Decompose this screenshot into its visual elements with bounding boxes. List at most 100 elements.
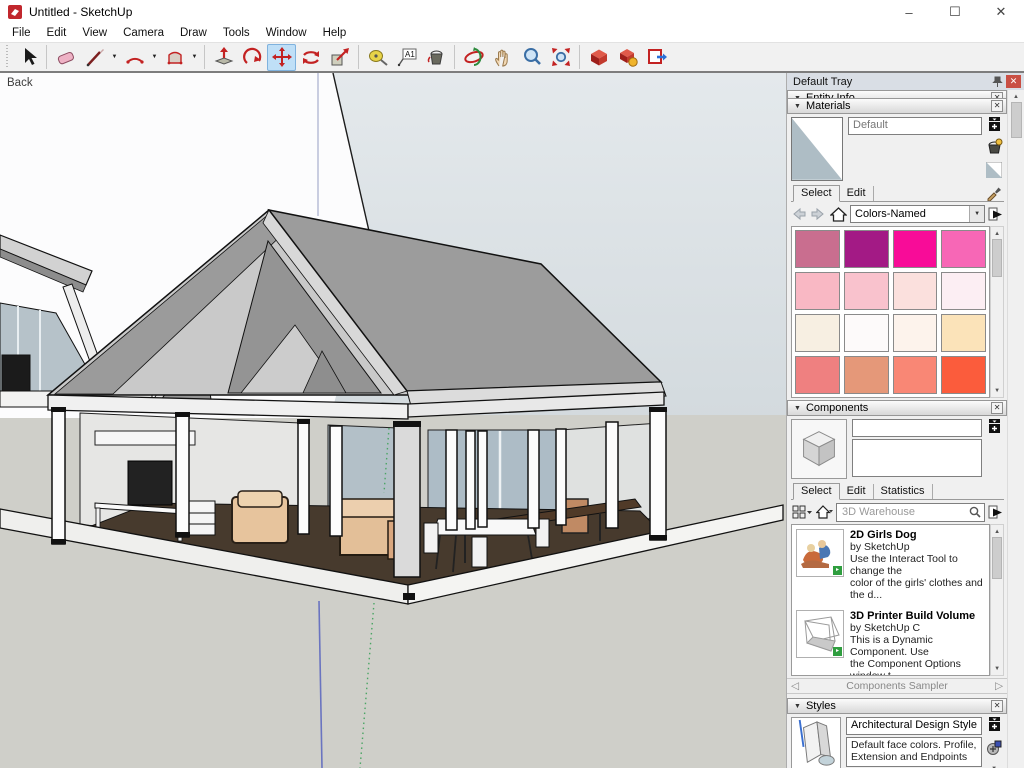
in-model-sample-swatch[interactable] bbox=[986, 162, 1002, 178]
select-tool-button[interactable] bbox=[13, 44, 42, 71]
scrollbar-thumb[interactable] bbox=[992, 239, 1002, 277]
tape-measure-tool-button[interactable] bbox=[363, 44, 392, 71]
orbit-tool-button[interactable] bbox=[459, 44, 488, 71]
component-description-field[interactable] bbox=[852, 439, 982, 477]
toolbar-drag-handle[interactable] bbox=[5, 45, 10, 69]
move-tool-button[interactable] bbox=[267, 44, 296, 71]
material-swatch[interactable] bbox=[941, 272, 986, 310]
push-pull-tool-button[interactable] bbox=[209, 44, 238, 71]
tray-scrollbar[interactable]: ▲ bbox=[1007, 90, 1024, 768]
text-tool-button[interactable]: A1 bbox=[392, 44, 421, 71]
style-description-field[interactable]: Default face colors. Profile, Extension … bbox=[846, 737, 982, 767]
secondary-pane-icon[interactable] bbox=[988, 117, 1001, 132]
components-tab-edit[interactable]: Edit bbox=[840, 484, 874, 499]
scroll-up-icon[interactable]: ▲ bbox=[1013, 90, 1019, 102]
material-swatch[interactable] bbox=[844, 314, 889, 352]
style-name-field[interactable]: Architectural Design Style bbox=[846, 717, 982, 735]
components-panel-header[interactable]: ▼ Components ✕ bbox=[787, 400, 1007, 416]
menu-draw[interactable]: Draw bbox=[172, 26, 215, 40]
search-icon[interactable] bbox=[968, 505, 982, 519]
components-tab-statistics[interactable]: Statistics bbox=[874, 484, 933, 499]
arc-tool-button[interactable] bbox=[120, 44, 149, 71]
model-scene[interactable] bbox=[0, 73, 786, 768]
3d-viewport[interactable]: Back bbox=[0, 73, 786, 768]
secondary-pane-icon[interactable] bbox=[988, 717, 1001, 732]
paint-bucket-tool-button[interactable] bbox=[421, 44, 450, 71]
components-close-icon[interactable]: ✕ bbox=[991, 402, 1003, 414]
eraser-tool-button[interactable] bbox=[51, 44, 80, 71]
component-title[interactable]: 2D Girls Dog bbox=[850, 529, 987, 541]
menu-edit[interactable]: Edit bbox=[39, 26, 75, 40]
secondary-pane-icon[interactable] bbox=[988, 419, 1001, 434]
offset-tool-button[interactable] bbox=[238, 44, 267, 71]
sampler-next-icon[interactable]: ▷ bbox=[995, 680, 1003, 692]
scrollbar-thumb[interactable] bbox=[992, 537, 1002, 579]
materials-collection-dropdown[interactable]: Colors-Named ▼ bbox=[850, 205, 985, 223]
details-arrow-icon[interactable] bbox=[988, 207, 1003, 222]
material-swatch[interactable] bbox=[893, 356, 938, 394]
scroll-down-icon[interactable]: ▼ bbox=[994, 386, 1000, 397]
component-list-item[interactable]: ▸ 3D Printer Build Volume by SketchUp C … bbox=[796, 610, 987, 676]
material-swatch[interactable] bbox=[893, 230, 938, 268]
pan-tool-button[interactable] bbox=[488, 44, 517, 71]
material-swatch[interactable] bbox=[795, 272, 840, 310]
material-swatch[interactable] bbox=[941, 356, 986, 394]
entity-info-panel-sliver[interactable]: ▼ Entity Info ✕ bbox=[787, 90, 1007, 98]
material-swatch[interactable] bbox=[941, 314, 986, 352]
3d-warehouse-button[interactable] bbox=[584, 44, 613, 71]
menu-help[interactable]: Help bbox=[315, 26, 355, 40]
view-options-icon[interactable] bbox=[792, 505, 812, 520]
maximize-button[interactable]: ☐ bbox=[932, 0, 978, 24]
component-name-field[interactable] bbox=[852, 419, 982, 437]
material-swatch[interactable] bbox=[795, 314, 840, 352]
tray-close-icon[interactable]: ✕ bbox=[1006, 75, 1021, 88]
materials-scrollbar[interactable]: ▲ ▼ bbox=[990, 226, 1004, 398]
materials-close-icon[interactable]: ✕ bbox=[991, 100, 1003, 112]
shapes-tool-dropdown[interactable]: ▼ bbox=[189, 44, 200, 71]
sample-paint-eyedropper-icon[interactable] bbox=[986, 185, 1002, 201]
styles-panel-header[interactable]: ▼ Styles ✕ bbox=[787, 698, 1007, 714]
home-icon[interactable] bbox=[830, 207, 847, 222]
style-edit-icon[interactable] bbox=[986, 740, 1002, 756]
extension-warehouse-button[interactable] bbox=[613, 44, 642, 71]
material-swatch[interactable] bbox=[795, 356, 840, 394]
close-button[interactable]: ✕ bbox=[978, 0, 1024, 24]
details-arrow-icon[interactable] bbox=[988, 505, 1003, 520]
send-to-layout-button[interactable] bbox=[642, 44, 671, 71]
component-title[interactable]: 3D Printer Build Volume bbox=[850, 610, 987, 622]
shapes-tool-button[interactable] bbox=[160, 44, 189, 71]
sampler-prev-icon[interactable]: ◁ bbox=[791, 680, 799, 692]
material-swatch[interactable] bbox=[893, 272, 938, 310]
scroll-down-icon[interactable]: ▼ bbox=[991, 762, 997, 768]
home-icon[interactable] bbox=[816, 505, 833, 520]
3d-warehouse-search-input[interactable]: 3D Warehouse bbox=[836, 503, 985, 522]
components-tab-select[interactable]: Select bbox=[793, 483, 840, 500]
scroll-down-icon[interactable]: ▼ bbox=[994, 664, 1000, 675]
material-swatch[interactable] bbox=[941, 230, 986, 268]
back-arrow-icon[interactable] bbox=[792, 207, 807, 221]
line-tool-button[interactable] bbox=[80, 44, 109, 71]
menu-file[interactable]: File bbox=[4, 26, 39, 40]
material-swatch[interactable] bbox=[844, 356, 889, 394]
scrollbar-thumb[interactable] bbox=[1011, 102, 1022, 138]
line-tool-dropdown[interactable]: ▼ bbox=[109, 44, 120, 71]
material-name-field[interactable]: Default bbox=[848, 117, 982, 135]
scroll-up-icon[interactable]: ▲ bbox=[994, 227, 1000, 239]
materials-panel-header[interactable]: ▼ Materials ✕ bbox=[787, 98, 1007, 114]
material-swatch[interactable] bbox=[893, 314, 938, 352]
menu-window[interactable]: Window bbox=[258, 26, 315, 40]
material-swatch[interactable] bbox=[844, 272, 889, 310]
materials-tab-select[interactable]: Select bbox=[793, 185, 840, 202]
forward-arrow-icon[interactable] bbox=[810, 207, 825, 221]
styles-close-icon[interactable]: ✕ bbox=[991, 700, 1003, 712]
component-list-item[interactable]: ▸ 2D Girls Dog by SketchUp Use the Inter… bbox=[796, 529, 987, 601]
menu-view[interactable]: View bbox=[74, 26, 115, 40]
zoom-extents-tool-button[interactable] bbox=[546, 44, 575, 71]
components-scrollbar[interactable]: ▲ ▼ bbox=[990, 524, 1004, 676]
pin-icon[interactable] bbox=[992, 76, 1003, 88]
arc-tool-dropdown[interactable]: ▼ bbox=[149, 44, 160, 71]
scroll-up-icon[interactable]: ▲ bbox=[994, 525, 1000, 537]
menu-camera[interactable]: Camera bbox=[115, 26, 172, 40]
scale-tool-button[interactable] bbox=[325, 44, 354, 71]
rotate-tool-button[interactable] bbox=[296, 44, 325, 71]
